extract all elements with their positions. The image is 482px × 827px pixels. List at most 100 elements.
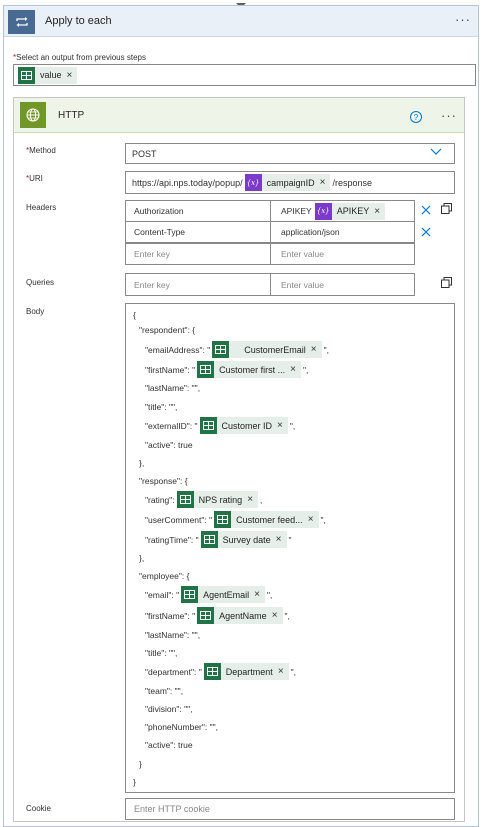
close-icon[interactable]: × <box>320 177 326 188</box>
header-value-input[interactable]: APIKEY {x} APIKEY × <box>270 200 415 222</box>
json-text: " <box>288 534 292 545</box>
header-value-prefix: APIKEY <box>281 206 312 216</box>
uri-prefix: https://api.nps.today/popup/ <box>132 177 243 188</box>
department-token[interactable]: Department × <box>203 663 289 680</box>
loop-icon <box>8 10 35 34</box>
uri-input[interactable]: https://api.nps.today/popup/ {x} campaig… <box>125 171 455 194</box>
json-text: ", <box>290 666 297 677</box>
json-text: "team": "", <box>145 685 184 696</box>
enter-value-placeholder: Enter value <box>281 249 324 259</box>
header-key-input[interactable]: Enter key <box>125 243 271 265</box>
json-line: "userComment": " Customer feed... × ", <box>145 511 326 528</box>
help-icon[interactable]: ? <box>410 111 422 123</box>
header-value-input[interactable]: application/json <box>270 221 415 243</box>
globe-icon <box>20 102 46 128</box>
json-text: "title": "", <box>145 647 178 658</box>
customer-email-token[interactable]: CustomerEmail × <box>212 341 322 358</box>
campaign-id-token[interactable]: {x} campaignID × <box>244 174 331 191</box>
uri-label-text: URI <box>29 174 43 183</box>
close-icon[interactable]: × <box>247 494 253 505</box>
json-line: "active": true <box>145 736 193 753</box>
query-value-input[interactable]: Enter value <box>270 273 415 296</box>
header-key-input[interactable]: Authorization <box>125 200 271 222</box>
customer-feedback-token[interactable]: Customer feed... × <box>214 511 319 528</box>
json-line: } <box>139 755 142 772</box>
http-action-card: HTTP ? ··· *Method POST *URI https://api… <box>13 97 465 822</box>
json-text: , <box>260 494 263 505</box>
json-text: "email": " <box>145 589 180 600</box>
token-label: Customer ID <box>221 420 273 431</box>
enter-key-placeholder: Enter key <box>134 279 170 290</box>
json-line: } <box>133 773 136 790</box>
header-key: Authorization <box>134 206 184 216</box>
close-icon[interactable]: × <box>276 534 282 545</box>
header-value-input[interactable]: Enter value <box>270 243 415 265</box>
http-header[interactable]: HTTP ? ··· <box>14 98 464 133</box>
json-line: "employee": { <box>139 567 189 584</box>
method-select[interactable]: POST <box>125 143 455 164</box>
method-label: *Method <box>26 146 56 155</box>
header-key: Content-Type <box>134 227 186 237</box>
json-line: "respondent": { <box>139 321 195 338</box>
header-key-input[interactable]: Content-Type <box>125 221 271 243</box>
output-label-text: Select an output from previous steps <box>16 53 146 62</box>
nps-rating-token[interactable]: NPS rating × <box>176 491 259 508</box>
uri-suffix: /response <box>332 177 372 188</box>
json-line: "title": "", <box>145 644 177 661</box>
query-key-input[interactable]: Enter key <box>125 273 271 296</box>
json-line: "firstName": " AgentName × ", <box>145 607 290 624</box>
apply-to-each-header[interactable]: Apply to each ··· <box>4 6 478 37</box>
close-icon[interactable]: × <box>272 610 278 621</box>
json-text: { <box>133 309 136 320</box>
customer-id-token[interactable]: Customer ID × <box>199 417 288 434</box>
agent-name-token[interactable]: AgentName × <box>197 607 283 624</box>
apikey-token[interactable]: {x} APIKEY × <box>314 202 386 220</box>
json-text: "rating": <box>145 494 175 505</box>
json-text: "externalID": " <box>145 420 198 431</box>
cookie-input[interactable]: Enter HTTP cookie <box>125 798 455 820</box>
output-label: *Select an output from previous steps <box>13 53 146 62</box>
json-line: "phoneNumber": "", <box>145 718 218 735</box>
survey-date-token[interactable]: Survey date × <box>200 531 287 548</box>
close-icon[interactable]: × <box>290 364 296 375</box>
json-text: "lastName": "", <box>145 629 201 640</box>
json-text: } <box>133 776 136 787</box>
close-icon[interactable]: × <box>277 420 283 431</box>
agent-email-token[interactable]: AgentEmail × <box>181 586 265 603</box>
apikey-token-label: APIKEY <box>336 206 370 216</box>
close-icon[interactable]: × <box>308 514 314 525</box>
excel-icon <box>203 663 221 680</box>
json-line: "email": " AgentEmail × ", <box>145 586 272 603</box>
close-icon[interactable]: × <box>374 206 380 217</box>
excel-icon <box>197 361 215 378</box>
token-label: Department <box>225 666 273 677</box>
close-icon[interactable]: × <box>67 70 73 81</box>
delete-header-icon[interactable] <box>420 204 432 216</box>
copy-icon[interactable] <box>440 276 452 288</box>
copy-icon[interactable] <box>440 202 452 214</box>
json-line: "response": { <box>139 472 188 489</box>
body-editor[interactable]: { "respondent": { "emailAddress": " Cust… <box>125 303 455 793</box>
token-label: Customer first ... <box>219 364 286 375</box>
more-options-icon[interactable]: ··· <box>455 12 471 27</box>
close-icon[interactable]: × <box>278 666 284 677</box>
close-icon[interactable]: × <box>311 344 317 355</box>
header-value: application/json <box>281 227 340 237</box>
value-token[interactable]: value × <box>18 66 78 84</box>
queries-label: Queries <box>26 278 55 287</box>
json-text: ", <box>289 420 296 431</box>
json-text: ", <box>303 364 309 375</box>
json-text: }, <box>139 552 145 563</box>
json-line: "team": "", <box>145 682 183 699</box>
close-icon[interactable]: × <box>254 589 260 600</box>
output-input[interactable]: value × <box>13 64 476 86</box>
json-line: "title": "", <box>145 398 177 415</box>
delete-header-icon[interactable] <box>420 226 432 238</box>
customer-first-name-token[interactable]: Customer first ... × <box>197 361 302 378</box>
json-line: "rating": NPS rating × , <box>145 491 262 508</box>
cookie-label: Cookie <box>26 804 51 813</box>
json-line: }, <box>139 454 144 471</box>
json-line: "firstName": " Customer first ... × ", <box>145 361 308 378</box>
json-text: ", <box>320 514 326 525</box>
more-options-icon[interactable]: ··· <box>441 108 457 123</box>
